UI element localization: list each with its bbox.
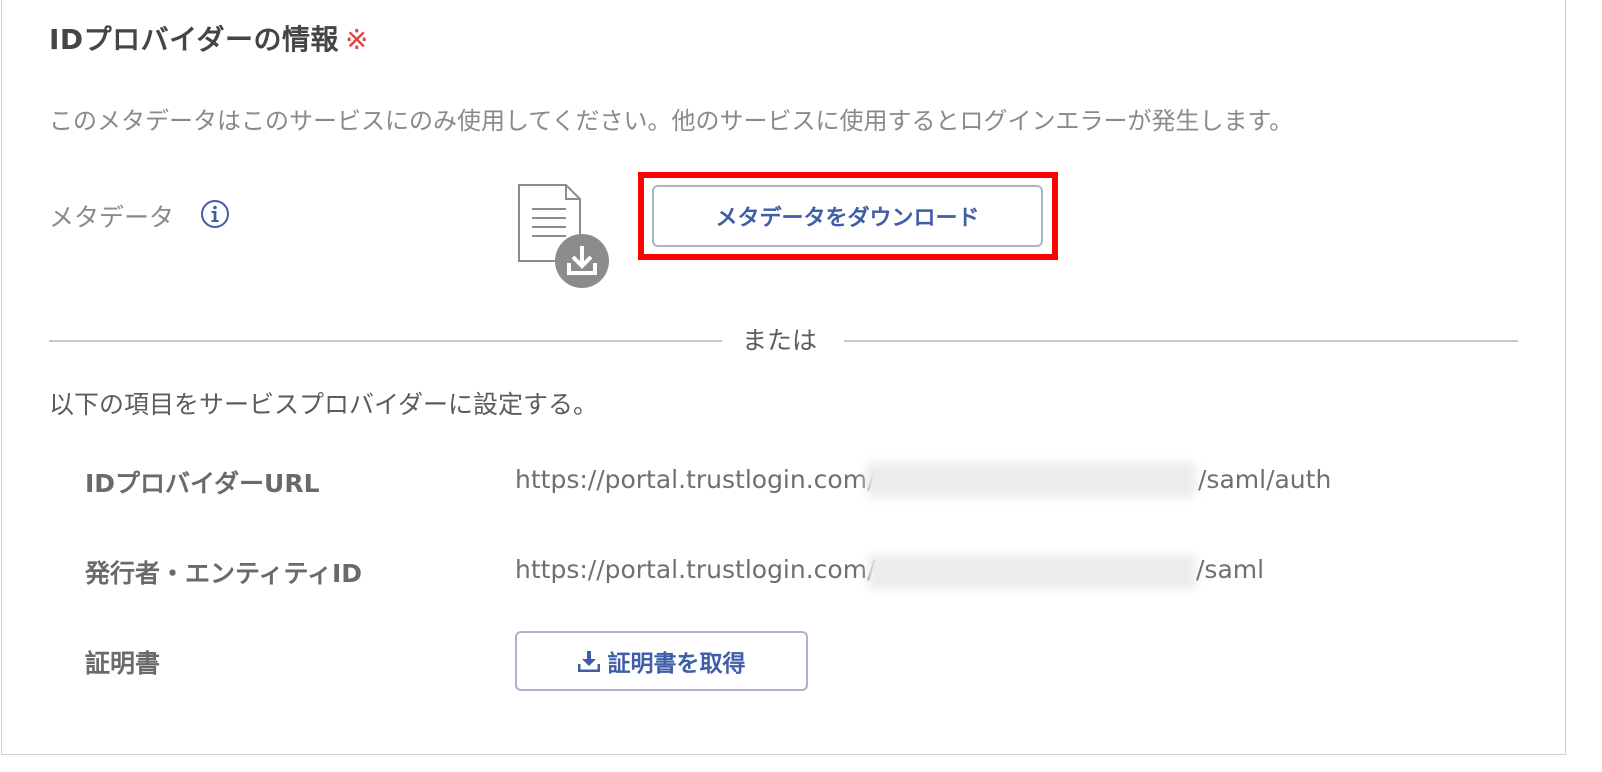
entity-id-label: 発行者・エンティティID bbox=[85, 559, 363, 588]
metadata-file-download-icon bbox=[518, 184, 609, 288]
download-icon bbox=[577, 651, 600, 672]
get-certificate-label: 証明書を取得 bbox=[607, 651, 746, 677]
section-title-text: IDプロバイダーの情報 bbox=[49, 23, 340, 56]
entity-id-prefix: https://portal.trustlogin.com/ bbox=[515, 555, 876, 584]
divider-right bbox=[844, 340, 1518, 342]
entity-id-suffix: /saml bbox=[1196, 555, 1265, 584]
info-icon[interactable] bbox=[200, 199, 230, 229]
get-certificate-button[interactable]: 証明書を取得 bbox=[515, 631, 808, 691]
certificate-label: 証明書 bbox=[85, 649, 161, 678]
metadata-usage-notice: このメタデータはこのサービスにのみ使用してください。他のサービスに使用するとログ… bbox=[49, 107, 1294, 135]
divider-left bbox=[49, 340, 722, 342]
idp-url-prefix: https://portal.trustlogin.com/ bbox=[515, 465, 876, 494]
metadata-label: メタデータ bbox=[49, 203, 175, 232]
idp-url-label: IDプロバイダーURL bbox=[85, 469, 320, 498]
redacted-entity-id bbox=[868, 555, 1196, 589]
download-metadata-button[interactable]: メタデータをダウンロード bbox=[652, 185, 1043, 247]
required-mark: ※ bbox=[345, 23, 370, 56]
manual-setup-instruction: 以下の項目をサービスプロバイダーに設定する。 bbox=[49, 390, 599, 419]
idp-url-suffix: /saml/auth bbox=[1198, 465, 1332, 494]
divider-or-text: または bbox=[742, 326, 818, 355]
redacted-tenant-id bbox=[866, 463, 1196, 497]
section-title: IDプロバイダーの情報 ※ bbox=[49, 18, 369, 58]
